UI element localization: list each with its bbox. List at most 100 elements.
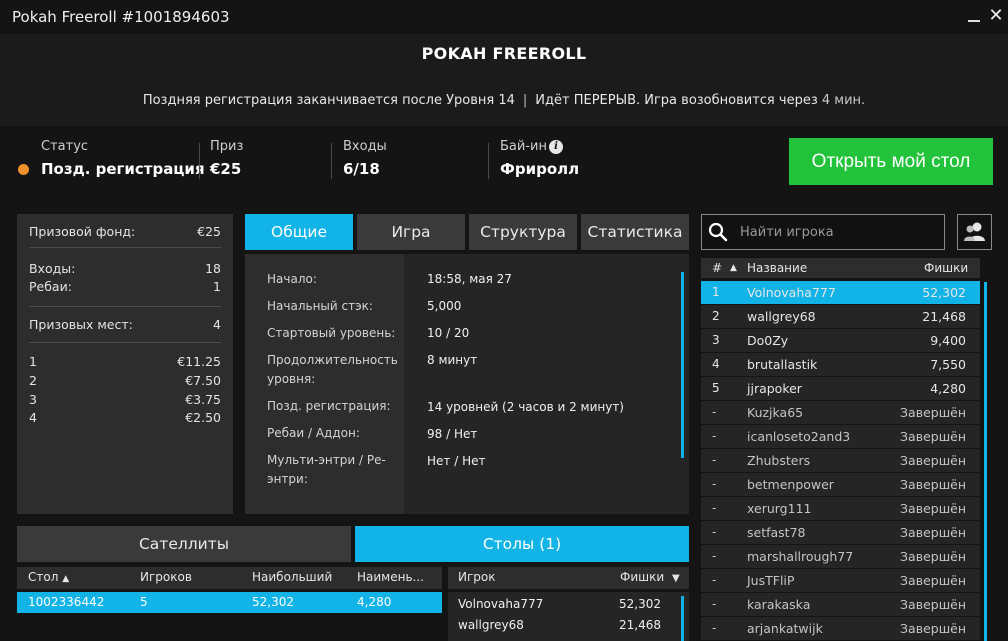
prize-label: Приз: [210, 139, 244, 154]
ranking-row[interactable]: - marshallrough77 Завершён: [701, 545, 980, 568]
player-search-box: [701, 214, 945, 250]
ranking-row[interactable]: - icanloseto2and3 Завершён: [701, 425, 980, 448]
tab-structure[interactable]: Структура: [469, 214, 577, 250]
level-duration-value: 8 минут: [427, 353, 478, 367]
player-rank: -: [712, 621, 717, 635]
ranking-row[interactable]: 5 jjrapoker 4,280: [701, 377, 980, 400]
player-chips: Завершён: [900, 597, 966, 612]
column-table-label: Стол: [28, 570, 59, 584]
rebuy-addon-label: Ребаи / Аддон:: [267, 426, 360, 440]
player-rank: 3: [712, 333, 720, 347]
minimize-icon[interactable]: [966, 8, 982, 26]
divider: [29, 342, 221, 343]
payout-amount: €3.75: [185, 392, 221, 407]
general-values-column: [404, 254, 689, 514]
payout-place: 3: [29, 392, 37, 407]
payout-amount: €11.25: [177, 354, 221, 369]
player-rank: -: [712, 405, 717, 419]
tab-tables[interactable]: Столы (1): [355, 526, 689, 562]
ranking-row[interactable]: - betmenpower Завершён: [701, 473, 980, 496]
prize-pool-row: Призовой фонд: €25: [29, 224, 221, 239]
late-registration-value: 14 уровней (2 часов и 2 минут): [427, 400, 624, 414]
player-chips: Завершён: [900, 429, 966, 444]
notice-time: 4 мин.: [821, 93, 866, 108]
payout-amount: €7.50: [185, 373, 221, 388]
player-name: marshallrough77: [747, 549, 854, 564]
players-scrollbar[interactable]: [681, 596, 684, 641]
tab-satellites[interactable]: Сателлиты: [17, 526, 351, 562]
player-rank: -: [712, 453, 717, 467]
ranking-row[interactable]: 1 Volnovaha777 52,302: [701, 281, 980, 304]
table-players: 5: [140, 595, 148, 609]
divider: [199, 143, 200, 179]
table-player-name[interactable]: wallgrey68: [458, 618, 524, 632]
payout-row: 4 €2.50: [29, 410, 221, 425]
ranking-row[interactable]: - xerurg111 Завершён: [701, 497, 980, 520]
ranking-row[interactable]: 2 wallgrey68 21,468: [701, 305, 980, 328]
tab-game[interactable]: Игра: [357, 214, 465, 250]
friends-button[interactable]: [957, 214, 992, 250]
ranking-row[interactable]: - karakaska Завершён: [701, 593, 980, 616]
sort-descending-icon: ▼: [671, 573, 680, 584]
column-smallest[interactable]: Наимень...: [357, 570, 424, 584]
ranking-row[interactable]: - JusTFliP Завершён: [701, 569, 980, 592]
player-rank: -: [712, 429, 717, 443]
search-icon: [708, 222, 728, 242]
column-players[interactable]: Игроков: [140, 570, 192, 584]
player-rank: -: [712, 501, 717, 515]
ranking-row[interactable]: - Kuzjka65 Завершён: [701, 401, 980, 424]
player-rank: 5: [712, 381, 720, 395]
status-value: Позд. регистрация: [41, 160, 205, 178]
payout-place: 2: [29, 373, 37, 388]
ranking-row[interactable]: - arjankatwijk Завершён: [701, 617, 980, 640]
player-chips: 9,400: [930, 333, 966, 348]
entries-label: Входы:: [29, 261, 76, 276]
player-rank: -: [712, 549, 717, 563]
rebuys-label: Ребаи:: [29, 279, 72, 294]
ranking-row[interactable]: 4 brutallastik 7,550: [701, 353, 980, 376]
notice-break: Идёт ПЕРЕРЫВ. Игра возобновится через: [535, 93, 818, 108]
tab-statistics[interactable]: Статистика: [581, 214, 689, 250]
divider: [29, 306, 221, 307]
close-icon[interactable]: ✕: [986, 4, 1006, 28]
player-name: Zhubsters: [747, 453, 811, 468]
multi-entry-label: Мульти-энтри / Ре-энтри:: [267, 453, 386, 486]
info-icon[interactable]: i: [549, 140, 563, 154]
entries-value: 18: [205, 261, 221, 276]
buyin-label: Бай-ин: [500, 139, 547, 154]
paid-places-label: Призовых мест:: [29, 317, 133, 332]
open-my-table-button[interactable]: Открыть мой стол: [789, 138, 993, 185]
ranking-row[interactable]: - setfast78 Завершён: [701, 521, 980, 544]
payout-place: 4: [29, 410, 37, 425]
payout-amount: €2.50: [185, 410, 221, 425]
player-chips: 4,280: [930, 381, 966, 396]
tab-general[interactable]: Общие: [245, 214, 353, 250]
tournament-name: POKAH FREEROLL: [421, 44, 587, 63]
ranking-scrollbar[interactable]: [984, 282, 987, 641]
column-chips[interactable]: Фишки: [924, 261, 968, 275]
player-search-input[interactable]: [740, 215, 940, 249]
player-rank: -: [712, 525, 717, 539]
payout-row: 1 €11.25: [29, 354, 221, 369]
sort-ascending-icon[interactable]: ▲: [730, 263, 737, 273]
ranking-row[interactable]: 3 Do0Zy 9,400: [701, 329, 980, 352]
rebuys-row: Ребаи: 1: [29, 279, 221, 294]
starting-level-label: Стартовый уровень:: [267, 326, 396, 340]
divider: [331, 143, 332, 179]
starting-level-value: 10 / 20: [427, 326, 470, 340]
table-player-name[interactable]: Volnovaha777: [458, 597, 543, 611]
column-player[interactable]: Игрок: [458, 570, 496, 584]
column-rank[interactable]: #: [712, 261, 722, 275]
column-name[interactable]: Название: [747, 261, 807, 275]
table-largest: 52,302: [252, 595, 294, 609]
ranking-row[interactable]: - Zhubsters Завершён: [701, 449, 980, 472]
column-largest[interactable]: Наибольший: [252, 570, 332, 584]
column-chips[interactable]: Фишки ▼: [620, 570, 680, 584]
prize-value: €25: [210, 160, 242, 178]
general-scrollbar[interactable]: [681, 272, 684, 458]
player-chips: Завершён: [900, 405, 966, 420]
player-rank: -: [712, 477, 717, 491]
divider: [29, 247, 221, 248]
column-table[interactable]: Стол ▲: [28, 570, 69, 584]
multi-entry-value: Нет / Нет: [427, 454, 486, 468]
